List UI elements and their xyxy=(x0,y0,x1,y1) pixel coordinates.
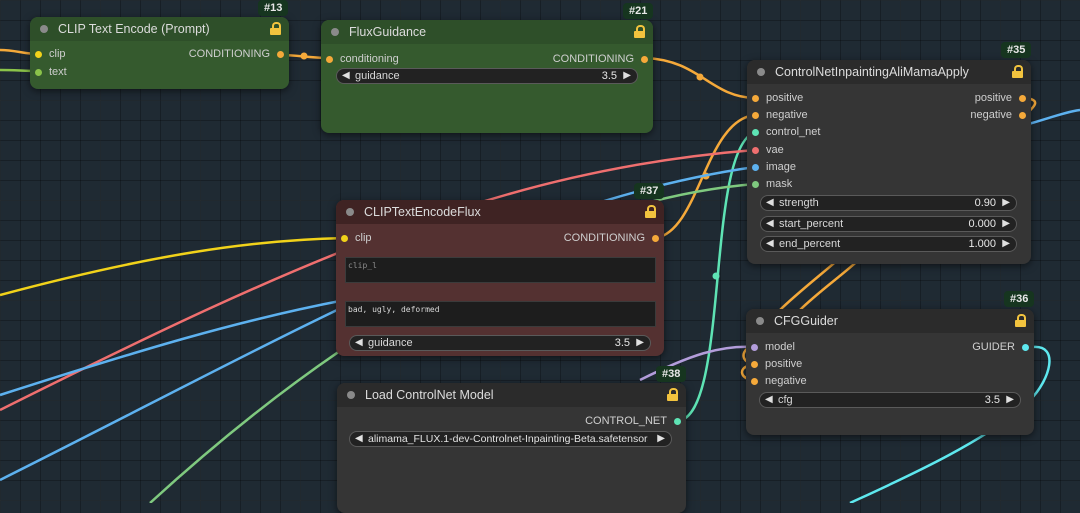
cfg-guider-node[interactable]: CFGGuider model positive negative GUIDER… xyxy=(746,309,1034,435)
node-header[interactable]: CLIPTextEncodeFlux xyxy=(336,200,664,224)
clip-l-textarea[interactable]: clip_l xyxy=(345,257,656,283)
decrement-arrow-icon[interactable]: ◀ xyxy=(766,218,774,229)
node-header[interactable]: Load ControlNet Model xyxy=(337,383,686,407)
input-slot-image[interactable]: image xyxy=(752,160,796,174)
wire-clip-to-37 xyxy=(0,236,346,297)
previous-arrow-icon[interactable]: ◀ xyxy=(355,433,363,444)
guidance-slider[interactable]: ◀ guidance 3.5 ▶ xyxy=(336,68,638,84)
node-title: CFGGuider xyxy=(774,314,838,328)
input-slot-clip[interactable]: clip xyxy=(35,47,66,61)
collapse-dot-icon[interactable] xyxy=(40,25,48,33)
wire-blue-extra xyxy=(0,298,346,397)
decrement-arrow-icon[interactable]: ◀ xyxy=(765,394,773,405)
clip-text-encode-node[interactable]: CLIP Text Encode (Prompt) clip text COND… xyxy=(30,17,289,89)
decrement-arrow-icon[interactable]: ◀ xyxy=(355,337,363,348)
load-controlnet-model-node[interactable]: Load ControlNet Model CONTROL_NET ◀ alim… xyxy=(337,383,686,513)
t5xxl-textarea[interactable]: bad, ugly, deformed xyxy=(345,301,656,327)
input-slot-clip[interactable]: clip xyxy=(341,231,372,245)
controlnet-model-select[interactable]: ◀ alimama_FLUX.1-dev-Controlnet-Inpainti… xyxy=(349,431,672,447)
input-slot-model[interactable]: model xyxy=(751,340,795,354)
output-slot-conditioning[interactable]: CONDITIONING xyxy=(553,52,648,66)
decrement-arrow-icon[interactable]: ◀ xyxy=(766,238,774,249)
lock-icon[interactable] xyxy=(667,388,678,401)
lock-icon[interactable] xyxy=(1012,65,1023,78)
output-slot-positive[interactable]: positive xyxy=(975,91,1026,105)
next-arrow-icon[interactable]: ▶ xyxy=(657,433,665,444)
increment-arrow-icon[interactable]: ▶ xyxy=(636,337,644,348)
input-slot-negative[interactable]: negative xyxy=(751,374,807,388)
increment-arrow-icon[interactable]: ▶ xyxy=(1006,394,1014,405)
collapse-dot-icon[interactable] xyxy=(757,68,765,76)
input-slot-negative[interactable]: negative xyxy=(752,108,808,122)
node-id-badge: #36 xyxy=(1004,291,1035,307)
collapse-dot-icon[interactable] xyxy=(756,317,764,325)
input-slot-positive[interactable]: positive xyxy=(751,357,802,371)
collapse-dot-icon[interactable] xyxy=(331,28,339,36)
lock-icon[interactable] xyxy=(634,25,645,38)
output-slot-conditioning[interactable]: CONDITIONING xyxy=(189,47,284,61)
node-title: ControlNetInpaintingAliMamaApply xyxy=(775,65,969,79)
output-slot-control-net[interactable]: CONTROL_NET xyxy=(585,414,681,428)
node-header[interactable]: CLIP Text Encode (Prompt) xyxy=(30,17,289,41)
wire-35-to-right xyxy=(1024,108,1080,127)
node-header[interactable]: CFGGuider xyxy=(746,309,1034,333)
input-slot-mask[interactable]: mask xyxy=(752,177,792,191)
start-percent-slider[interactable]: ◀ start_percent 0.000 ▶ xyxy=(760,216,1017,232)
input-slot-conditioning[interactable]: conditioning xyxy=(326,52,399,66)
node-id-badge: #35 xyxy=(1001,42,1032,58)
node-title: FluxGuidance xyxy=(349,25,427,39)
node-id-badge: #37 xyxy=(634,183,665,199)
output-slot-guider[interactable]: GUIDER xyxy=(972,340,1029,354)
increment-arrow-icon[interactable]: ▶ xyxy=(1002,218,1010,229)
input-slot-vae[interactable]: vae xyxy=(752,143,784,157)
decrement-arrow-icon[interactable]: ◀ xyxy=(342,70,350,81)
input-slot-control-net[interactable]: control_net xyxy=(752,125,820,139)
strength-slider[interactable]: ◀ strength 0.90 ▶ xyxy=(760,195,1017,211)
end-percent-slider[interactable]: ◀ end_percent 1.000 ▶ xyxy=(760,236,1017,252)
input-slot-text[interactable]: text xyxy=(35,65,67,79)
cfg-slider[interactable]: ◀ cfg 3.5 ▶ xyxy=(759,392,1021,408)
node-id-badge: #38 xyxy=(656,366,687,382)
guidance-slider[interactable]: ◀ guidance 3.5 ▶ xyxy=(349,335,651,351)
node-title: CLIP Text Encode (Prompt) xyxy=(58,22,210,36)
increment-arrow-icon[interactable]: ▶ xyxy=(623,70,631,81)
node-id-badge: #21 xyxy=(623,3,654,19)
decrement-arrow-icon[interactable]: ◀ xyxy=(766,197,774,208)
output-slot-conditioning[interactable]: CONDITIONING xyxy=(564,231,659,245)
lock-icon[interactable] xyxy=(645,205,656,218)
input-slot-positive[interactable]: positive xyxy=(752,91,803,105)
increment-arrow-icon[interactable]: ▶ xyxy=(1002,197,1010,208)
lock-icon[interactable] xyxy=(270,22,281,35)
output-slot-negative[interactable]: negative xyxy=(970,108,1026,122)
collapse-dot-icon[interactable] xyxy=(346,208,354,216)
node-id-badge: #13 xyxy=(258,0,289,16)
controlnet-inpainting-apply-node[interactable]: ControlNetInpaintingAliMamaApply positiv… xyxy=(747,60,1031,264)
node-title: CLIPTextEncodeFlux xyxy=(364,205,481,219)
node-header[interactable]: FluxGuidance xyxy=(321,20,653,44)
node-title: Load ControlNet Model xyxy=(365,388,494,402)
node-header[interactable]: ControlNetInpaintingAliMamaApply xyxy=(747,60,1031,84)
flux-guidance-node[interactable]: FluxGuidance conditioning CONDITIONING ◀… xyxy=(321,20,653,133)
collapse-dot-icon[interactable] xyxy=(347,391,355,399)
clip-text-encode-flux-node[interactable]: CLIPTextEncodeFlux clip CONDITIONING cli… xyxy=(336,200,664,356)
lock-icon[interactable] xyxy=(1015,314,1026,327)
increment-arrow-icon[interactable]: ▶ xyxy=(1002,238,1010,249)
